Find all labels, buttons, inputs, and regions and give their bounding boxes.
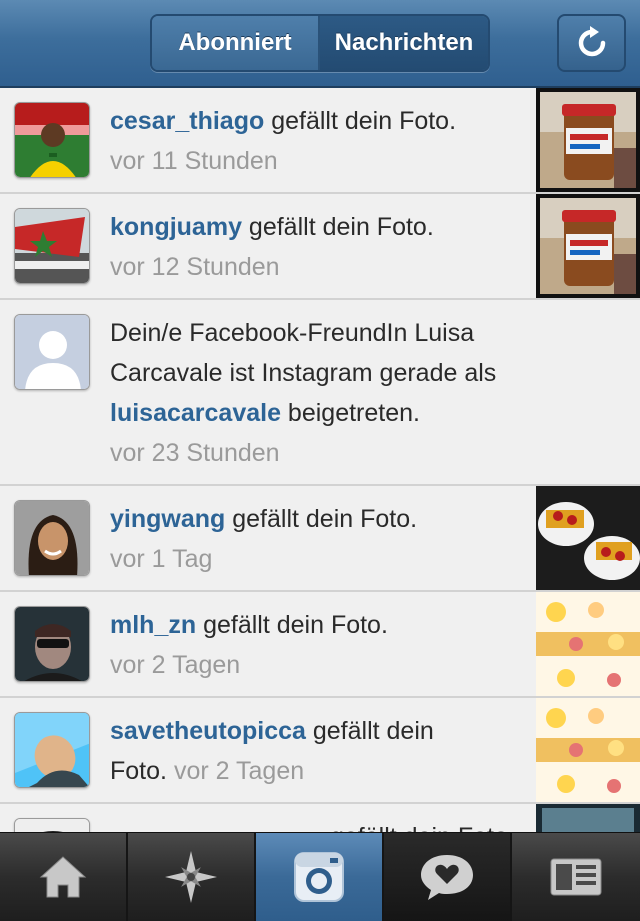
username-link[interactable]: kongjuamy xyxy=(110,213,242,241)
timestamp: vor 1 Tag xyxy=(110,545,213,573)
username-link[interactable]: mlh_zn xyxy=(110,611,196,639)
avatar[interactable] xyxy=(14,208,90,284)
top-navigation-bar: Abonniert Nachrichten xyxy=(0,0,640,88)
default-avatar[interactable] xyxy=(14,314,90,390)
avatar[interactable] xyxy=(14,712,90,788)
tab-news[interactable] xyxy=(384,833,512,921)
profile-card-icon xyxy=(550,858,602,896)
avatar[interactable] xyxy=(14,102,90,178)
timestamp: vor 12 Stunden xyxy=(110,253,280,281)
list-item[interactable]: cesar_thiago gefällt dein Foto. vor 11 S… xyxy=(0,88,640,194)
bottom-tab-bar xyxy=(0,832,640,921)
tab-news[interactable]: Nachrichten xyxy=(320,16,488,70)
home-icon xyxy=(39,856,87,898)
tab-explore[interactable] xyxy=(128,833,256,921)
photo-thumbnail[interactable] xyxy=(536,486,640,590)
avatar[interactable] xyxy=(14,818,90,832)
timestamp: vor 23 Stunden xyxy=(110,439,280,467)
item-text: kongjuamy gefällt dein Foto. vor 12 Stun… xyxy=(110,213,434,281)
photo-thumbnail[interactable] xyxy=(536,88,640,192)
tab-profile[interactable] xyxy=(512,833,640,921)
camera-icon xyxy=(294,852,344,902)
avatar[interactable] xyxy=(14,606,90,682)
refresh-icon xyxy=(578,26,605,57)
item-text: Dein/e Facebook-FreundIn Luisa Carcavale… xyxy=(110,319,497,467)
list-item[interactable]: mlh_zn gefällt dein Foto. vor 2 Tagen xyxy=(0,592,640,698)
list-item[interactable]: gefällt dein Foto. xyxy=(0,804,640,832)
timestamp: vor 11 Stunden xyxy=(110,147,278,175)
username-link[interactable]: luisacarcavale xyxy=(110,399,281,427)
item-text: mlh_zn gefällt dein Foto. vor 2 Tagen xyxy=(110,611,388,679)
refresh-button[interactable] xyxy=(557,14,626,72)
news-feed-list[interactable]: cesar_thiago gefällt dein Foto. vor 11 S… xyxy=(0,88,640,832)
feed-segmented-control: Abonniert Nachrichten xyxy=(150,14,490,72)
tab-following[interactable]: Abonniert xyxy=(152,16,320,70)
item-text: yingwang gefällt dein Foto. vor 1 Tag xyxy=(110,505,418,573)
avatar[interactable] xyxy=(14,500,90,576)
tab-home[interactable] xyxy=(0,833,128,921)
photo-thumbnail[interactable] xyxy=(536,698,640,802)
item-text: gefällt dein Foto. xyxy=(110,817,515,832)
username-link[interactable]: cesar_thiago xyxy=(110,107,264,135)
list-item[interactable]: yingwang gefällt dein Foto. vor 1 Tag xyxy=(0,486,640,592)
photo-thumbnail[interactable] xyxy=(536,804,640,832)
news-heart-bubble-icon xyxy=(421,855,473,900)
item-text: cesar_thiago gefällt dein Foto. vor 11 S… xyxy=(110,107,457,175)
photo-thumbnail[interactable] xyxy=(536,194,640,298)
list-item[interactable]: savetheutopicca gefällt dein Foto. vor 2… xyxy=(0,698,640,804)
photo-thumbnail[interactable] xyxy=(536,592,640,696)
timestamp: vor 2 Tagen xyxy=(173,757,305,785)
username-link[interactable]: savetheutopicca xyxy=(110,717,306,745)
item-text: savetheutopicca gefällt dein Foto. vor 2… xyxy=(110,717,434,785)
username-link[interactable]: yingwang xyxy=(110,505,225,533)
timestamp: vor 2 Tagen xyxy=(110,651,241,679)
list-item[interactable]: Dein/e Facebook-FreundIn Luisa Carcavale… xyxy=(0,300,640,486)
tab-camera[interactable] xyxy=(256,833,384,921)
explore-star-icon xyxy=(165,851,217,903)
list-item[interactable]: kongjuamy gefällt dein Foto. vor 12 Stun… xyxy=(0,194,640,300)
